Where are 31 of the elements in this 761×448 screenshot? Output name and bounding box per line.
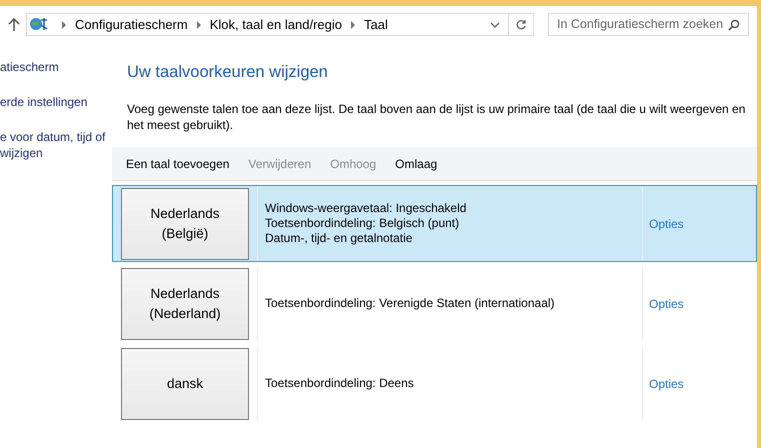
language-detail: Datum-, tijd- en getalnotatie [265, 231, 414, 246]
language-tile[interactable]: Nederlands (Nederland) [121, 268, 249, 340]
up-arrow-icon[interactable] [8, 18, 20, 32]
dropdown-caret-icon[interactable] [490, 22, 500, 28]
language-detail: Toetsenbordindeling: Belgisch (punt) [265, 216, 460, 231]
language-tile[interactable]: dansk [121, 348, 249, 420]
language-row[interactable]: Nederlands (België) Windows-weergavetaal: Ingeschakeld Toetsenbordindeling: Belgisch (punt) Datum-, tijd- en getalnotatie Opties [112, 185, 757, 262]
breadcrumb[interactable]: Taal [364, 14, 388, 34]
page-heading: Uw taalvoorkeuren wijzigen [127, 62, 329, 83]
search-icon [728, 18, 740, 30]
toolbar-button[interactable]: Een taal toevoegen [126, 154, 230, 172]
language-tile[interactable]: Nederlands (België) [121, 188, 249, 260]
address-bar[interactable]: Configuratiescherm Klok, taal en land/regio Taal [26, 13, 534, 36]
chevron-icon [350, 20, 356, 28]
language-detail: Toetsenbordindeling: Deens [265, 376, 415, 391]
search-field[interactable]: In Configuratiescherm zoeken [548, 13, 749, 36]
sidebar-link[interactable]: erde instellingen [0, 94, 108, 110]
options-link[interactable]: Opties [649, 214, 684, 232]
breadcrumb[interactable]: Configuratiescherm [75, 14, 188, 34]
refresh-icon[interactable] [515, 18, 527, 30]
toolbar-button[interactable]: Omlaag [395, 154, 438, 172]
options-link[interactable]: Opties [649, 374, 684, 392]
breadcrumb[interactable]: Klok, taal en land/regio [210, 14, 342, 34]
language-detail: Windows-weergavetaal: Ingeschakeld [265, 201, 468, 216]
sidebar-link[interactable]: atiescherm [0, 59, 108, 75]
options-link[interactable]: Opties [649, 294, 684, 312]
language-detail: Toetsenbordindeling: Verenigde Staten (internationaal) [265, 296, 556, 311]
chevron-icon [196, 20, 202, 28]
chevron-icon [61, 20, 67, 28]
description-text: Voeg gewenste talen toe aan deze lijst. De taal boven aan de lijst is uw primaire taal (de taal die u wilt weergeven en het meest gebruikt). [127, 101, 746, 133]
sidebar-link[interactable]: e voor datum, tijd of wijzigen [0, 129, 108, 161]
